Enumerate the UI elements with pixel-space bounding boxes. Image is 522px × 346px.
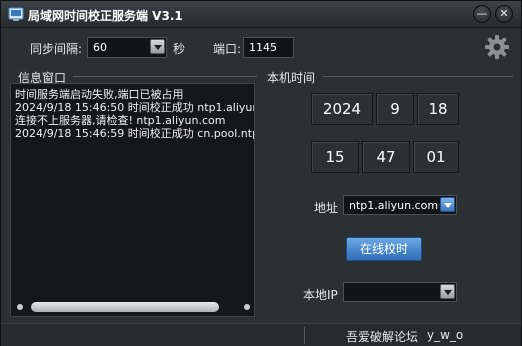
scrollbar-thumb[interactable]: [31, 302, 219, 312]
second-box: 01: [413, 141, 459, 173]
sync-interval-unit: 秒: [173, 42, 186, 56]
month-box: 9: [376, 93, 414, 125]
log-line: 2024/9/18 15:46:50 时间校正成功 ntp1.aliyun.: [15, 101, 255, 114]
local-ip-combobox[interactable]: [343, 282, 457, 302]
sync-interval-label: 同步间隔:: [30, 42, 83, 56]
log-line: 时间服务端启动失败,端口已被占用: [15, 88, 184, 101]
sync-interval-combobox[interactable]: 60: [87, 37, 167, 58]
scroll-right-arrow[interactable]: [244, 304, 250, 310]
title-bar: 局域网时间校正服务端 V3.1 — ✕: [1, 1, 521, 28]
address-label: 地址: [314, 201, 339, 215]
address-combobox[interactable]: ntp1.aliyun.com: [343, 195, 457, 215]
chevron-down-icon[interactable]: [440, 284, 455, 299]
hour-box: 15: [311, 141, 359, 173]
scroll-left-arrow[interactable]: [17, 304, 23, 310]
status-bar: 吾爱破解论坛 y_w_o: [1, 323, 521, 346]
clock-app-icon: [8, 7, 24, 21]
status-divider: [304, 327, 305, 344]
log-line: 2024/9/18 15:46:59 时间校正成功 cn.pool.ntp.: [15, 127, 255, 140]
sync-interval-value: 60: [93, 41, 107, 54]
info-group-line: [73, 76, 257, 77]
close-icon: ✕: [499, 7, 509, 20]
local-time-title: 本机时间: [267, 71, 316, 85]
local-ip-label: 本地IP: [303, 288, 338, 302]
close-button[interactable]: ✕: [495, 5, 513, 23]
chevron-down-icon[interactable]: [440, 197, 455, 212]
minute-box: 47: [362, 141, 410, 173]
port-input[interactable]: 1145: [243, 37, 294, 58]
window-title: 局域网时间校正服务端 V3.1: [28, 9, 183, 23]
minimize-button[interactable]: —: [473, 5, 491, 23]
gear-icon[interactable]: [484, 34, 510, 60]
status-forum: 吾爱破解论坛: [346, 330, 419, 344]
year-box: 2024: [311, 93, 373, 125]
local-time-group-line: [323, 76, 513, 77]
day-box: 18: [417, 93, 459, 125]
online-sync-button[interactable]: 在线校时: [346, 237, 422, 261]
port-label: 端口:: [213, 42, 242, 56]
address-value: ntp1.aliyun.com: [349, 199, 439, 212]
status-author: y_w_o: [427, 328, 464, 342]
horizontal-scrollbar[interactable]: [15, 302, 252, 312]
minimize-icon: —: [476, 7, 488, 20]
info-log[interactable]: 时间服务端启动失败,端口已被占用 2024/9/18 15:46:50 时间校正…: [10, 83, 255, 317]
port-value: 1145: [249, 41, 277, 54]
log-line: 连接不上服务器,请检查! ntp1.aliyun.com: [15, 114, 226, 127]
chevron-down-icon[interactable]: [150, 39, 165, 54]
main-window: 局域网时间校正服务端 V3.1 — ✕ 同步间隔: 60 秒 端口: 1145: [0, 0, 522, 346]
